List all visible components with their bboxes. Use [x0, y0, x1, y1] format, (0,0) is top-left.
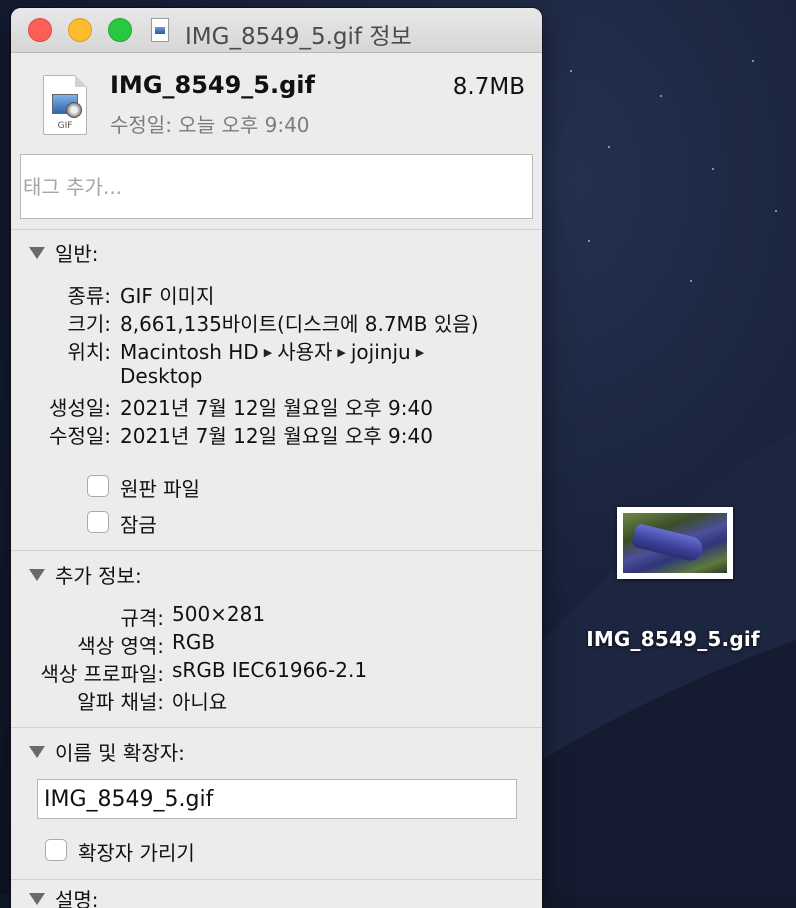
path-item: 사용자 — [277, 340, 333, 364]
color-profile-label: 색상 프로파일: — [40, 662, 165, 686]
modified-label: 수정일: — [49, 424, 111, 448]
section-more-info-heading: 추가 정보: — [55, 564, 142, 588]
where-row: 위치: Macintosh HD ▶ 사용자 ▶ jojinju ▶ Desktop — [11, 336, 542, 396]
magnifier-icon — [66, 102, 82, 118]
disclosure-triangle-icon[interactable] — [29, 247, 45, 259]
section-comments-toggle[interactable]: 설명: — [29, 884, 99, 908]
modified-value: 2021년 7월 12일 월요일 오후 9:40 — [120, 424, 433, 448]
created-label: 생성일: — [49, 396, 111, 420]
file-name-input[interactable] — [37, 779, 517, 819]
kind-row: 종류: GIF 이미지 — [11, 280, 542, 310]
where-path: Macintosh HD ▶ 사용자 ▶ jojinju ▶ — [120, 336, 429, 365]
section-comments-heading: 설명: — [55, 888, 99, 908]
section-general-heading: 일반: — [55, 242, 99, 266]
zoom-button[interactable] — [108, 18, 132, 42]
file-ext-label: GIF — [57, 121, 73, 131]
hide-extension-label: 확장자 가리기 — [78, 841, 195, 865]
file-name-heading: IMG_8549_5.gif — [110, 71, 315, 99]
created-value: 2021년 7월 12일 월요일 오후 9:40 — [120, 396, 433, 420]
disclosure-triangle-icon[interactable] — [29, 746, 45, 758]
file-size-heading: 8.7MB — [452, 74, 525, 100]
color-space-label: 색상 영역: — [77, 634, 164, 658]
section-name-ext-toggle[interactable]: 이름 및 확장자: — [29, 737, 185, 766]
locked-label: 잠금 — [120, 513, 157, 537]
page-fold — [75, 75, 87, 87]
path-arrow-icon: ▶ — [263, 346, 273, 359]
alpha-label: 알파 채널: — [77, 690, 164, 714]
alpha-value: 아니요 — [172, 690, 228, 714]
divider — [11, 879, 542, 880]
disclosure-triangle-icon[interactable] — [29, 893, 45, 905]
divider — [11, 550, 542, 551]
title-bar[interactable]: IMG_8549_5.gif 정보 — [11, 8, 542, 53]
dimensions-row: 규격: 500×281 — [11, 602, 542, 632]
path-item: Macintosh HD — [120, 340, 259, 364]
color-space-row: 색상 영역: RGB — [11, 630, 542, 660]
modified-row: 수정일: 2021년 7월 12일 월요일 오후 9:40 — [11, 420, 542, 450]
stationery-checkbox[interactable] — [87, 475, 109, 497]
tags-input[interactable] — [20, 154, 533, 219]
color-space-value: RGB — [172, 630, 216, 654]
get-info-window: IMG_8549_5.gif 정보 GIF IMG_8549_5.gif 8.7… — [11, 8, 542, 908]
section-name-ext-heading: 이름 및 확장자: — [55, 741, 185, 765]
where-label: 위치: — [67, 340, 111, 364]
window-title: IMG_8549_5.gif 정보 — [185, 24, 412, 50]
size-label: 크기: — [67, 312, 111, 336]
dimensions-value: 500×281 — [172, 602, 266, 626]
thumbnail-bottle — [631, 522, 705, 564]
alpha-row: 알파 채널: 아니요 — [11, 686, 542, 716]
modified-summary: 수정일: 오늘 오후 9:40 — [110, 113, 310, 137]
section-more-info-toggle[interactable]: 추가 정보: — [29, 560, 142, 589]
path-arrow-icon: ▶ — [337, 346, 346, 359]
thumbnail-image — [623, 513, 727, 573]
disclosure-triangle-icon[interactable] — [29, 569, 45, 581]
desktop-file-thumbnail — [617, 507, 733, 579]
color-profile-value: sRGB IEC61966-2.1 — [172, 658, 368, 682]
locked-checkbox[interactable] — [87, 511, 109, 533]
gif-file-icon[interactable]: GIF — [43, 75, 87, 135]
stationery-label: 원판 파일 — [120, 477, 200, 501]
hide-extension-checkbox[interactable] — [45, 839, 67, 861]
minimize-button[interactable] — [68, 18, 92, 42]
size-value: 8,661,135바이트(디스크에 8.7MB 있음) — [120, 312, 479, 336]
desktop-file-label: IMG_8549_5.gif — [586, 627, 760, 651]
color-profile-row: 색상 프로파일: sRGB IEC61966-2.1 — [11, 658, 542, 688]
size-row: 크기: 8,661,135바이트(디스크에 8.7MB 있음) — [11, 308, 542, 338]
kind-label: 종류: — [67, 284, 111, 308]
kind-value: GIF 이미지 — [120, 284, 215, 308]
file-proxy-icon[interactable] — [151, 18, 169, 42]
path-arrow-icon: ▶ — [415, 346, 425, 359]
close-button[interactable] — [28, 18, 52, 42]
section-general-toggle[interactable]: 일반: — [29, 238, 99, 267]
path-item: jojinju — [350, 340, 411, 364]
path-item: Desktop — [120, 364, 203, 388]
dimensions-label: 규격: — [120, 606, 164, 630]
divider — [11, 727, 542, 728]
created-row: 생성일: 2021년 7월 12일 월요일 오후 9:40 — [11, 392, 542, 422]
divider — [11, 229, 542, 230]
